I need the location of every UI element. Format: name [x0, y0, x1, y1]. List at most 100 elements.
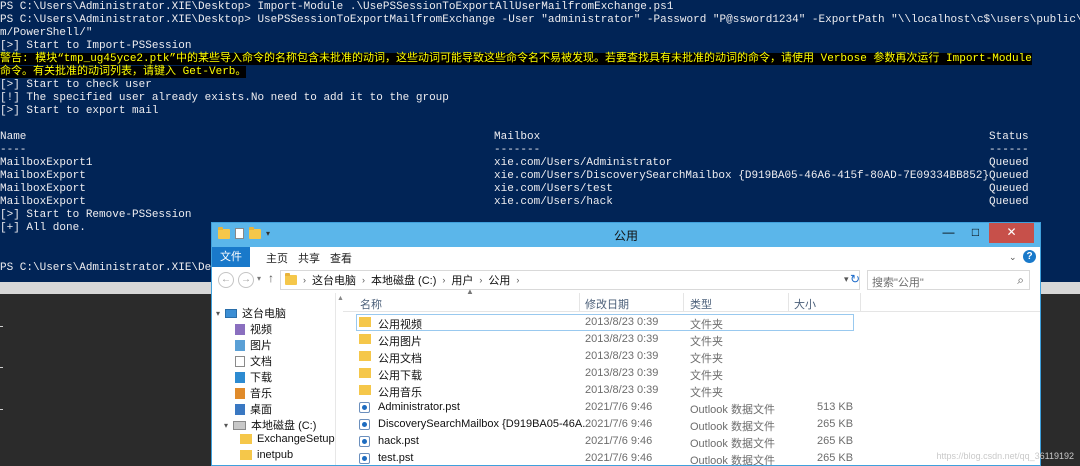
- forward-button[interactable]: →: [238, 272, 254, 288]
- file-date: 2021/7/6 9:46: [585, 418, 653, 430]
- table-cell-mailbox: xie.com/Users/Administrator: [494, 157, 673, 169]
- breadcrumb-item[interactable]: 公用: [488, 272, 510, 288]
- address-dropdown-icon[interactable]: ▾: [844, 274, 849, 285]
- address-bar[interactable]: › 这台电脑 › 本地磁盘 (C:) › 用户 › 公用 ›: [280, 270, 860, 290]
- pst-file-icon: [359, 419, 370, 430]
- breadcrumb-item[interactable]: 本地磁盘 (C:): [371, 272, 436, 288]
- table-cell-mailbox: xie.com/Users/test: [494, 183, 613, 195]
- recent-locations-icon[interactable]: ▾: [257, 274, 261, 283]
- file-row[interactable]: DiscoverySearchMailbox {D919BA05-46A... …: [343, 416, 1040, 433]
- refresh-icon[interactable]: ↻: [850, 272, 860, 286]
- table-cell-name: MailboxExport: [0, 183, 86, 195]
- collapse-arrow-icon[interactable]: ▾: [224, 421, 228, 430]
- divider[interactable]: [788, 293, 789, 311]
- file-row[interactable]: 公用文档 2013/8/23 0:39 文件夹: [343, 348, 1040, 365]
- file-type: 文件夹: [690, 387, 723, 399]
- file-name: 公用视频: [378, 319, 422, 331]
- file-row[interactable]: Administrator.pst 2021/7/6 9:46 Outlook …: [343, 399, 1040, 416]
- file-row[interactable]: hack.pst 2021/7/6 9:46 Outlook 数据文件 265 …: [343, 433, 1040, 450]
- nav-item-this-pc[interactable]: ▾ 这台电脑: [216, 305, 286, 321]
- nav-item-folder[interactable]: inetpub: [240, 449, 293, 461]
- maximize-button[interactable]: □: [962, 223, 989, 243]
- breadcrumb-item[interactable]: 这台电脑: [312, 272, 356, 288]
- divider[interactable]: [860, 293, 861, 311]
- file-date: 2021/7/6 9:46: [585, 401, 653, 413]
- divider: [0, 409, 3, 410]
- table-cell-name: MailboxExport: [0, 196, 86, 208]
- file-date: 2013/8/23 0:39: [585, 316, 659, 328]
- window-title: 公用: [613, 229, 638, 243]
- nav-item-music[interactable]: 音乐: [235, 385, 272, 401]
- close-button[interactable]: ✕: [989, 223, 1034, 243]
- minimize-button[interactable]: —: [935, 223, 962, 243]
- console-line: [>] Start to Remove-PSSession: [0, 209, 192, 221]
- file-row[interactable]: test.pst 2021/7/6 9:46 Outlook 数据文件 265 …: [343, 450, 1040, 466]
- nav-item-videos[interactable]: 视频: [235, 321, 272, 337]
- nav-item-folder[interactable]: ExchangeSetupL: [240, 433, 341, 445]
- table-cell-status: Queued: [989, 157, 1029, 169]
- pst-file-icon: [359, 436, 370, 447]
- nav-item-documents[interactable]: 文档: [235, 353, 272, 369]
- breadcrumb-separator-icon[interactable]: ›: [362, 275, 365, 285]
- drive-icon: [233, 420, 247, 430]
- folder-icon: [359, 317, 371, 327]
- help-icon[interactable]: ?: [1023, 250, 1036, 263]
- file-row[interactable]: 公用音乐 2013/8/23 0:39 文件夹: [343, 382, 1040, 399]
- file-row[interactable]: 公用图片 2013/8/23 0:39 文件夹: [343, 331, 1040, 348]
- file-type: Outlook 数据文件: [690, 455, 775, 466]
- file-explorer-window[interactable]: ▾ 公用 — □ ✕ 文件 主页 共享 查看 ⌄ ? ← → ▾ ↑ › 这台电…: [211, 222, 1041, 466]
- column-header-type[interactable]: 类型: [690, 296, 712, 312]
- tab-view[interactable]: 查看: [330, 250, 352, 266]
- column-header-name[interactable]: 名称: [360, 296, 382, 312]
- nav-item-downloads[interactable]: 下载: [235, 369, 272, 385]
- expand-ribbon-icon[interactable]: ⌄: [1009, 252, 1017, 261]
- column-header-size[interactable]: 大小: [794, 296, 816, 312]
- tab-file[interactable]: 文件: [212, 247, 250, 267]
- table-cell-mailbox: xie.com/Users/DiscoverySearchMailbox {D9…: [494, 170, 990, 182]
- console-line: [>] Start to export mail: [0, 105, 159, 117]
- file-type: 文件夹: [690, 353, 723, 365]
- file-row[interactable]: 公用下载 2013/8/23 0:39 文件夹: [343, 365, 1040, 382]
- file-list: ▲ 名称 修改日期 类型 大小 公用视频 2013/8/23 0:39 文件夹 …: [343, 287, 1040, 466]
- tab-home[interactable]: 主页: [266, 250, 288, 266]
- table-cell-status: Queued: [989, 196, 1029, 208]
- breadcrumb-separator-icon[interactable]: ›: [303, 275, 306, 285]
- breadcrumb-separator-icon[interactable]: ›: [479, 275, 482, 285]
- breadcrumb-separator-icon[interactable]: ›: [516, 275, 519, 285]
- title-bar[interactable]: ▾ 公用 — □ ✕: [212, 223, 1040, 247]
- column-header-date[interactable]: 修改日期: [585, 296, 629, 312]
- nav-item-pictures[interactable]: 图片: [235, 337, 272, 353]
- console-line: [+] All done.: [0, 222, 86, 234]
- console-line: m/PowerShell/": [0, 27, 93, 39]
- search-icon[interactable]: ⌕: [1017, 273, 1024, 288]
- watermark: https://blog.csdn.net/qq_36119192: [936, 451, 1074, 461]
- nav-label: 音乐: [250, 388, 272, 400]
- folder-icon: [240, 450, 252, 460]
- pictures-icon: [235, 339, 245, 351]
- console-line: [!] The specified user already exists.No…: [0, 92, 449, 104]
- downloads-icon: [235, 371, 245, 383]
- divider[interactable]: [579, 293, 580, 311]
- nav-label: ExchangeSetupL: [257, 433, 341, 445]
- column-header-row: ▲ 名称 修改日期 类型 大小: [343, 287, 1040, 312]
- tab-share[interactable]: 共享: [298, 250, 320, 266]
- table-cell-status: Queued: [989, 183, 1029, 195]
- breadcrumb-item[interactable]: 用户: [451, 272, 473, 288]
- file-size: 265 KB: [817, 418, 854, 430]
- table-cell-name: MailboxExport: [0, 170, 86, 182]
- divider[interactable]: [683, 293, 684, 311]
- table-cell-mailbox: xie.com/Users/hack: [494, 196, 613, 208]
- nav-item-desktop[interactable]: 桌面: [235, 401, 272, 417]
- collapse-arrow-icon[interactable]: ▾: [216, 309, 220, 318]
- file-type: Outlook 数据文件: [690, 421, 775, 433]
- file-type: Outlook 数据文件: [690, 438, 775, 450]
- search-input[interactable]: 搜索"公用" ⌕: [867, 270, 1030, 290]
- up-button[interactable]: ↑: [268, 271, 274, 285]
- back-button[interactable]: ←: [218, 272, 234, 288]
- file-row[interactable]: 公用视频 2013/8/23 0:39 文件夹: [343, 314, 1040, 331]
- nav-item-local-disk[interactable]: ▾ 本地磁盘 (C:): [224, 417, 316, 433]
- file-type: 文件夹: [690, 336, 723, 348]
- search-placeholder: 搜索"公用": [872, 277, 924, 289]
- file-type: 文件夹: [690, 319, 723, 331]
- breadcrumb-separator-icon[interactable]: ›: [442, 275, 445, 285]
